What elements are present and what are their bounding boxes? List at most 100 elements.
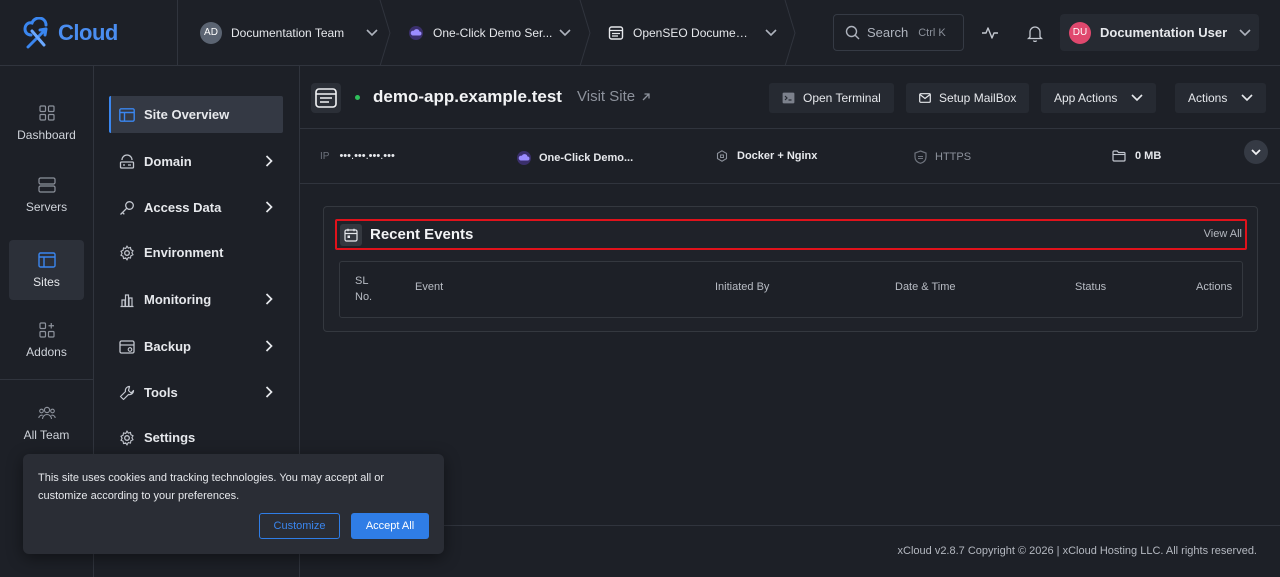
- subnav-tools[interactable]: Tools: [109, 374, 283, 411]
- server-switcher[interactable]: One-Click Demo Ser...: [386, 0, 591, 66]
- open-terminal-button[interactable]: Open Terminal: [769, 83, 894, 113]
- chevron-down-icon: [1241, 94, 1253, 102]
- team-switcher[interactable]: AD Documentation Team: [178, 0, 391, 66]
- subnav-label: Monitoring: [144, 292, 212, 307]
- visit-site-link[interactable]: Visit Site: [577, 88, 651, 105]
- site-window-icon: [608, 25, 624, 40]
- nav-sites[interactable]: Sites: [9, 240, 84, 300]
- main-content: demo-app.example.test Visit Site Open Te…: [300, 66, 1280, 577]
- chevron-right-icon: [265, 340, 273, 352]
- nav-addons[interactable]: Addons: [9, 310, 84, 370]
- subnav-domain[interactable]: Domain: [109, 143, 283, 180]
- subnav-label: Environment: [144, 245, 224, 260]
- setup-mailbox-label: Setup MailBox: [939, 91, 1017, 105]
- chevron-down-icon: [1131, 94, 1143, 102]
- disk-usage-info: 0 MB: [1112, 150, 1161, 162]
- settings-icon: [120, 429, 134, 446]
- nav-dashboard[interactable]: Dashboard: [9, 93, 84, 153]
- app-actions-dropdown[interactable]: App Actions: [1041, 83, 1157, 113]
- docker-icon: [716, 150, 728, 162]
- site-switcher[interactable]: OpenSEO Document...: [586, 0, 796, 66]
- https-info[interactable]: HTTPS: [914, 150, 971, 164]
- team-icon: [37, 406, 56, 419]
- bell-icon: [1027, 25, 1043, 42]
- site-domain: demo-app.example.test: [373, 87, 562, 106]
- setup-mailbox-button[interactable]: Setup MailBox: [906, 83, 1030, 113]
- top-bar: Cloud AD Documentation Team One-Click De…: [0, 0, 1280, 66]
- nav-label: Sites: [33, 274, 60, 289]
- ip-label: IP: [320, 150, 330, 162]
- subnav-settings[interactable]: Settings: [109, 419, 283, 456]
- team-name: Documentation Team: [231, 25, 345, 40]
- nav-label: Addons: [26, 344, 67, 359]
- search-button[interactable]: Search Ctrl K: [833, 14, 964, 51]
- server-icon: [37, 176, 56, 193]
- notifications-button[interactable]: [1024, 22, 1046, 44]
- domain-icon: [119, 153, 135, 169]
- logo-text: Cloud: [58, 19, 118, 45]
- expand-info-button[interactable]: [1244, 140, 1268, 164]
- server-cloud-icon: [517, 151, 531, 165]
- external-link-icon: [642, 92, 650, 100]
- addons-icon: [38, 321, 55, 338]
- chart-icon: [120, 293, 134, 307]
- user-menu[interactable]: DU Documentation User: [1060, 14, 1259, 51]
- visit-site-label: Visit Site: [577, 88, 636, 105]
- column-header-initiated-by: Initiated By: [715, 281, 770, 293]
- column-header-event: Event: [415, 281, 444, 293]
- column-header-actions: Actions: [1196, 281, 1233, 293]
- breadcrumb-separator: [784, 0, 796, 66]
- xcloud-logo[interactable]: Cloud: [0, 0, 178, 66]
- server-cloud-icon: [409, 25, 423, 40]
- cookie-message: This site uses cookies and tracking tech…: [38, 472, 385, 502]
- footer: xCloud v2.8.7 Copyright © 2026 | xCloud …: [300, 525, 1280, 577]
- nav-servers[interactable]: Servers: [9, 165, 84, 225]
- subnav-label: Tools: [144, 385, 178, 400]
- subnav-access-data[interactable]: Access Data: [109, 189, 283, 226]
- nav-all-team[interactable]: All Team: [9, 393, 84, 453]
- subnav-label: Access Data: [144, 200, 222, 215]
- chevron-right-icon: [265, 293, 273, 305]
- customize-button[interactable]: Customize: [259, 513, 340, 539]
- actions-label: Actions: [1188, 91, 1228, 105]
- wrench-icon: [119, 385, 135, 400]
- server-name: One-Click Demo Ser...: [433, 25, 553, 40]
- site-overview-icon: [119, 107, 135, 122]
- backup-icon: [119, 339, 135, 354]
- terminal-icon: [782, 92, 795, 104]
- nav-label: Servers: [25, 199, 68, 214]
- site-icon: [311, 83, 341, 113]
- column-header-date-time: Date & Time: [895, 281, 956, 293]
- calendar-icon: [340, 223, 362, 246]
- chevron-right-icon: [265, 386, 273, 398]
- accept-all-button[interactable]: Accept All: [351, 513, 429, 539]
- server-info[interactable]: One-Click Demo...: [516, 150, 633, 166]
- subnav-site-overview[interactable]: Site Overview: [109, 96, 283, 133]
- ip-info: IP •••.•••.•••.•••: [320, 150, 395, 162]
- chevron-down-icon: [765, 28, 777, 37]
- site-info-bar: IP •••.•••.•••.••• One-Click Demo... Doc…: [300, 129, 1280, 184]
- activity-button[interactable]: [979, 22, 1001, 44]
- user-avatar: DU: [1069, 21, 1091, 44]
- subnav-backup[interactable]: Backup: [109, 328, 283, 365]
- chevron-right-icon: [265, 201, 273, 213]
- chevron-down-icon: [366, 28, 378, 37]
- https-text: HTTPS: [935, 151, 972, 163]
- stack-info: Docker + Nginx: [716, 150, 817, 162]
- subnav-environment[interactable]: Environment: [109, 234, 283, 271]
- actions-dropdown[interactable]: Actions: [1175, 83, 1267, 113]
- recent-events-card: Recent Events View All SL No. Event Init…: [323, 206, 1258, 332]
- view-all-link[interactable]: View All: [1204, 228, 1242, 240]
- subnav-monitoring[interactable]: Monitoring: [109, 281, 283, 318]
- app-actions-label: App Actions: [1054, 91, 1118, 105]
- subnav-label: Domain: [144, 154, 192, 169]
- sl-label: SL: [355, 275, 369, 287]
- server-info-text: One-Click Demo...: [539, 152, 634, 164]
- no-label: No.: [355, 291, 373, 303]
- disk-usage-text: 0 MB: [1135, 150, 1162, 162]
- ip-value: •••.•••.•••.•••: [339, 150, 395, 162]
- recent-events-header: Recent Events View All: [335, 219, 1247, 250]
- search-label: Search: [867, 25, 909, 40]
- gear-icon: [120, 244, 134, 261]
- shield-icon: [914, 150, 927, 164]
